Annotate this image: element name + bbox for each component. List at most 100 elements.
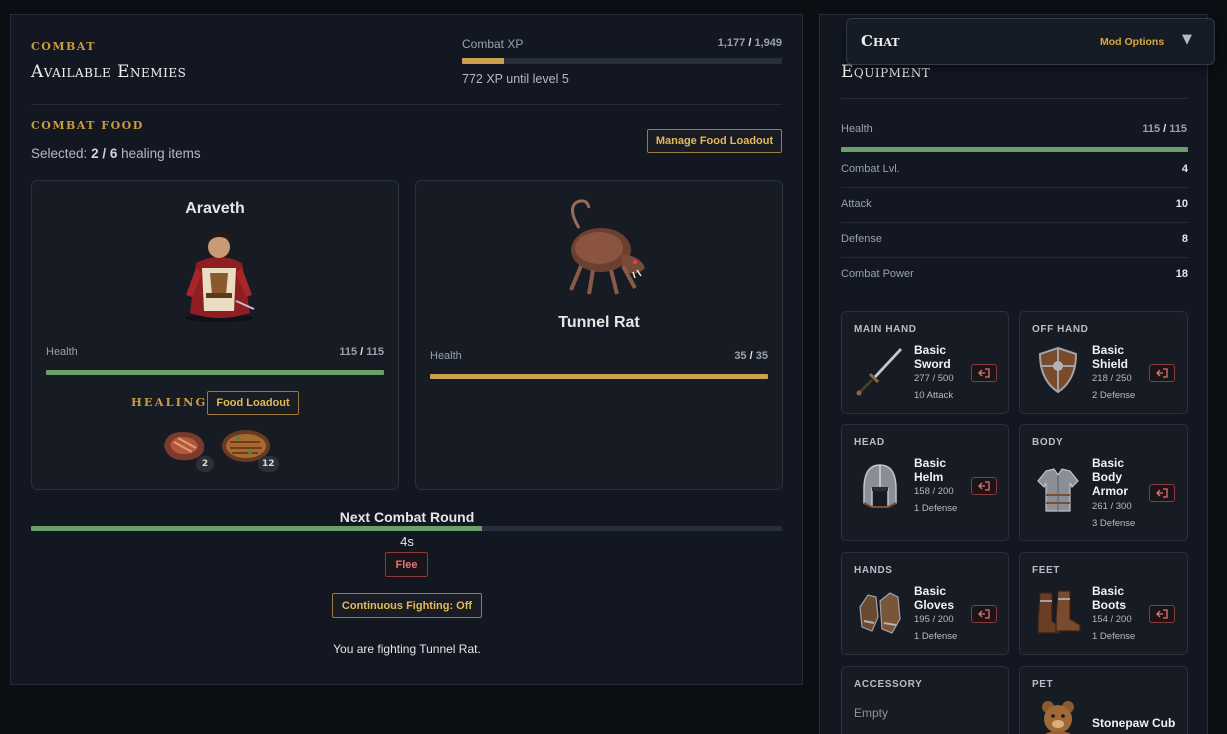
- xp-max: 1,949: [754, 37, 782, 49]
- item-durability: 218 / 250: [1092, 373, 1132, 384]
- slot-label: PET: [1032, 679, 1054, 690]
- unequip-icon: [1156, 609, 1168, 619]
- chevron-down-icon[interactable]: ▼: [1182, 32, 1192, 47]
- food-item-fish[interactable]: 12: [220, 426, 280, 472]
- player-card: Araveth Health 115 / 115 Healing: [31, 180, 399, 490]
- unequip-off-hand-button[interactable]: [1149, 364, 1175, 382]
- meat-count-badge: 2: [196, 456, 214, 472]
- selected-prefix: Selected:: [31, 146, 88, 161]
- boots-icon: [1032, 587, 1084, 639]
- stat-value: 4: [1181, 163, 1188, 175]
- next-combat-round-title: Next Combat Round: [339, 509, 475, 525]
- manage-food-loadout-button[interactable]: Manage Food Loadout: [647, 129, 782, 153]
- healing-label: Healing: [131, 395, 208, 409]
- combat-xp-label: Combat XP: [462, 37, 524, 51]
- enemy-health-current: 35: [734, 350, 747, 362]
- stat-value: 10: [1175, 198, 1188, 210]
- food-item-meat[interactable]: 2: [158, 426, 214, 472]
- slot-accessory[interactable]: ACCESSORY Empty: [841, 666, 1009, 734]
- xp-sep: /: [748, 37, 752, 49]
- enemy-name: Tunnel Rat: [558, 314, 640, 331]
- slot-off-hand[interactable]: OFF HAND Basic Shield 218 / 250 2 Defens…: [1019, 311, 1188, 414]
- shield-icon: [1032, 344, 1084, 396]
- stat-value: 8: [1181, 233, 1188, 245]
- stat-row-combat-level: Combat Lvl. 4: [841, 153, 1188, 188]
- equipment-panel: Equipment Health 115 / 115 Combat Lvl. 4…: [819, 14, 1208, 734]
- equipment-title: Equipment: [841, 62, 931, 82]
- enemy-card: Tunnel Rat Health 35 / 35: [415, 180, 783, 490]
- combat-round-fill: [31, 526, 482, 531]
- equipment-divider: [841, 98, 1188, 99]
- item-durability: 158 / 200: [914, 486, 954, 497]
- enemy-health-label: Health: [430, 350, 462, 362]
- item-name: Basic Helm: [914, 456, 947, 484]
- player-health-bar: [46, 370, 384, 375]
- combat-round-bar: [31, 526, 782, 531]
- stat-label: Combat Power: [841, 268, 914, 280]
- player-portrait: [176, 223, 262, 323]
- continuous-fighting-toggle[interactable]: Continuous Fighting: Off: [332, 593, 482, 618]
- player-health-sep: /: [360, 346, 364, 358]
- combat-kicker: Combat: [31, 40, 96, 53]
- unequip-feet-button[interactable]: [1149, 605, 1175, 623]
- slot-label: HANDS: [854, 565, 893, 576]
- player-health-value: 115 / 115: [339, 346, 384, 358]
- unequip-head-button[interactable]: [971, 477, 997, 495]
- item-bonus: 1 Defense: [1092, 631, 1136, 642]
- combat-panel: Combat Available Enemies Combat XP 1,177…: [10, 14, 803, 685]
- enemy-health-value: 35 / 35: [734, 350, 768, 362]
- slot-main-hand[interactable]: MAIN HAND Basic Sword 277 / 500 10 Attac…: [841, 311, 1009, 414]
- unequip-icon: [978, 609, 990, 619]
- slot-body[interactable]: BODY Basic Body Armor 261 / 300 3 Defens…: [1019, 424, 1188, 541]
- enemy-health-bar: [430, 374, 768, 379]
- unequip-main-hand-button[interactable]: [971, 364, 997, 382]
- unequip-hands-button[interactable]: [971, 605, 997, 623]
- equipment-health-label: Health: [841, 123, 873, 135]
- stat-row-combat-power: Combat Power 18: [841, 258, 1188, 293]
- enemy-portrait: [549, 198, 651, 302]
- chat-title: Chat: [861, 32, 900, 50]
- body-armor-icon: [1032, 465, 1084, 517]
- stat-label: Combat Lvl.: [841, 163, 900, 175]
- food-loadout-button[interactable]: Food Loadout: [207, 391, 299, 415]
- player-name: Araveth: [185, 200, 245, 217]
- helm-icon: [854, 459, 906, 511]
- bear-cub-icon: [1032, 697, 1084, 734]
- unequip-icon: [1156, 368, 1168, 378]
- item-name: Basic Boots: [1092, 584, 1126, 612]
- combat-food-kicker: Combat Food: [31, 119, 144, 132]
- combat-status-message: You are fighting Tunnel Rat.: [333, 642, 481, 656]
- item-bonus: 1 Defense: [914, 631, 958, 642]
- available-enemies-title: Available Enemies: [31, 62, 187, 82]
- slot-head[interactable]: HEAD Basic Helm 158 / 200 1 Defense: [841, 424, 1009, 541]
- slot-label: OFF HAND: [1032, 324, 1089, 335]
- selected-count: 2 / 6: [91, 146, 118, 161]
- slot-pet[interactable]: PET Stonepaw Cub: [1019, 666, 1188, 734]
- mod-options-link[interactable]: Mod Options: [1100, 36, 1164, 48]
- combat-round-timer: 4s: [400, 534, 414, 549]
- equipment-health-fill: [841, 147, 1188, 152]
- chat-bar[interactable]: Chat Mod Options ▼: [846, 18, 1215, 65]
- slot-label: ACCESSORY: [854, 679, 923, 690]
- section-divider: [31, 104, 782, 105]
- equipment-health-sep: /: [1163, 123, 1167, 135]
- flee-button[interactable]: Flee: [385, 552, 428, 577]
- stat-label: Attack: [841, 198, 872, 210]
- stat-row-defense: Defense 8: [841, 223, 1188, 258]
- slot-label: BODY: [1032, 437, 1064, 448]
- slot-hands[interactable]: HANDS Basic Gloves 195 / 200 1 Defense: [841, 552, 1009, 655]
- selected-suffix: healing items: [121, 146, 201, 161]
- player-health-max: 115: [366, 346, 384, 358]
- unequip-icon: [1156, 488, 1168, 498]
- item-bonus: 3 Defense: [1092, 518, 1136, 529]
- equipment-health-max: 115: [1169, 123, 1187, 135]
- stat-row-attack: Attack 10: [841, 188, 1188, 223]
- enemy-health-sep: /: [749, 350, 753, 362]
- player-health-fill: [46, 370, 384, 375]
- item-durability: 261 / 300: [1092, 501, 1132, 512]
- unequip-body-button[interactable]: [1149, 484, 1175, 502]
- slot-feet[interactable]: FEET Basic Boots 154 / 200 1 Defense: [1019, 552, 1188, 655]
- accessory-empty-text: Empty: [854, 706, 889, 720]
- combat-xp-bar: [462, 58, 782, 64]
- item-durability: 195 / 200: [914, 614, 954, 625]
